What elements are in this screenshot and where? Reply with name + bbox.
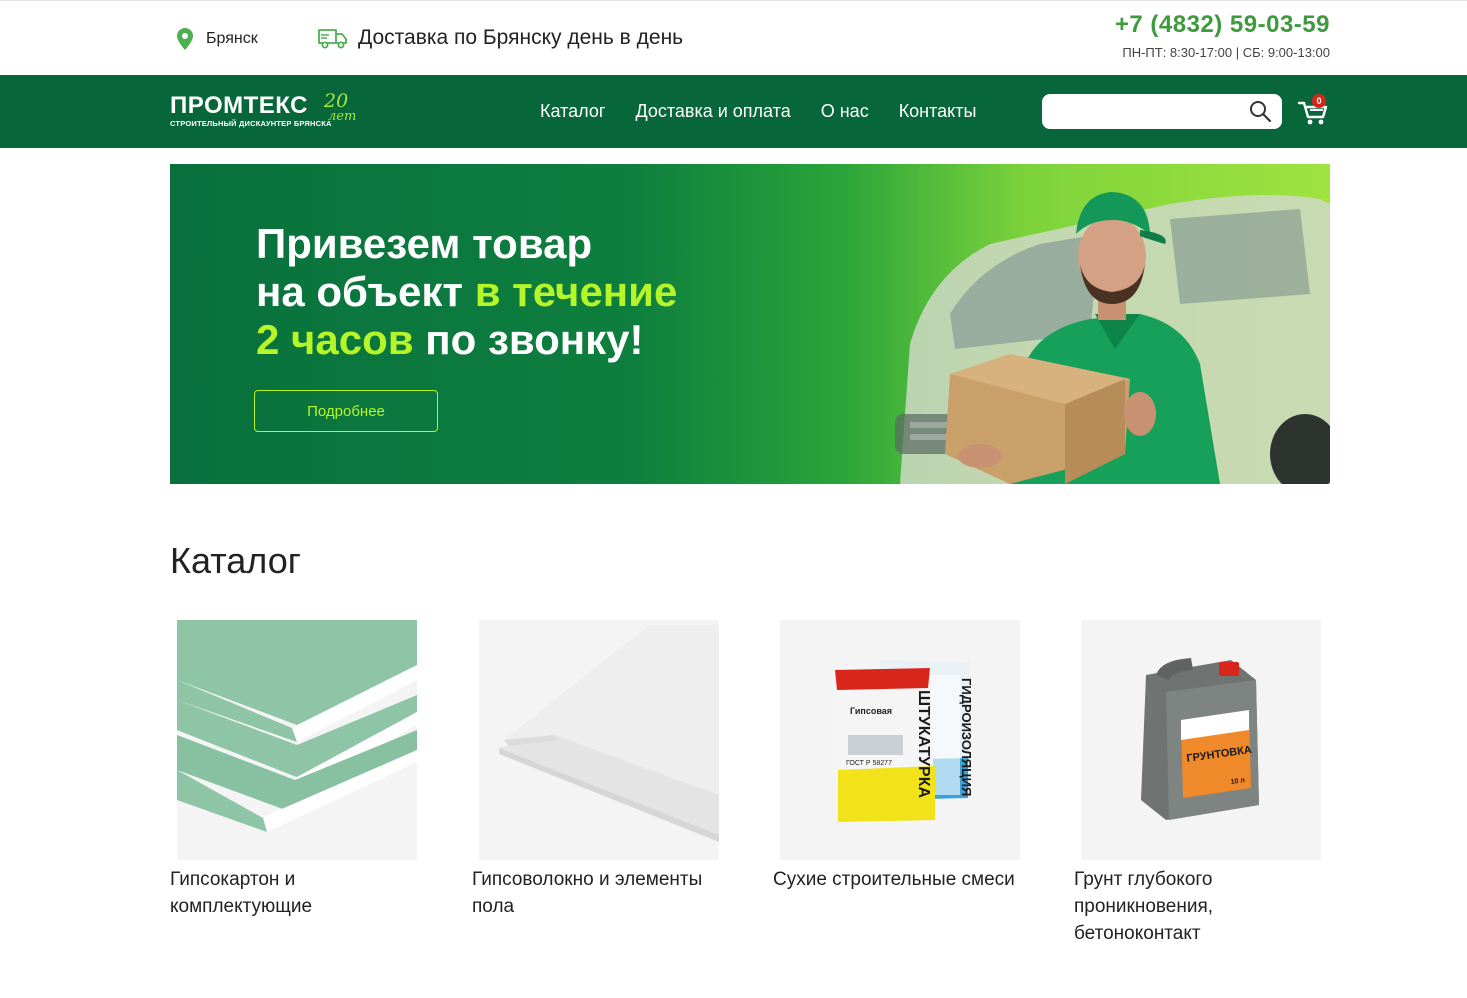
logo-wordmark: ПРОМТЕКС: [170, 92, 308, 119]
top-bar: Брянск Доставка по Брянску день в день +…: [0, 0, 1467, 75]
banner-headline: Привезем товар на объект в течение 2 час…: [256, 220, 677, 364]
main-header: ПРОМТЕКС СТРОИТЕЛЬНЫЙ ДИСКАУНТЕР БРЯНСКА…: [0, 75, 1467, 148]
primer-canister-icon: ГРУНТОВКА 10 л: [1081, 620, 1321, 860]
city-selector[interactable]: Брянск: [176, 28, 258, 50]
catalog-label[interactable]: Грунт глубокого проникновения, бетонокон…: [1074, 866, 1334, 947]
catalog-image-gypsum-fiber: [479, 620, 719, 860]
bag2-name: ГИДРОИЗОЛЯЦИЯ: [959, 678, 974, 796]
catalog-image-dry-mixes: ГИДРОИЗОЛЯЦИЯ Гипсовая ГОСТ Р 58277 ШТУК…: [780, 620, 1020, 860]
delivery-truck-icon: [318, 29, 347, 49]
promo-banner[interactable]: Привезем товар на объект в течение 2 час…: [170, 164, 1330, 484]
drywall-sheets-icon: [177, 620, 417, 860]
catalog-label[interactable]: Сухие строительные смеси: [773, 866, 1033, 893]
city-name: Брянск: [206, 30, 258, 47]
cart-button[interactable]: 0: [1297, 94, 1331, 127]
nav-about[interactable]: О нас: [821, 101, 869, 122]
catalog-card-primer[interactable]: ГРУНТОВКА 10 л Грунт глубокого проникнов…: [1074, 620, 1334, 947]
banner-line-1: Привезем товар: [256, 220, 593, 267]
working-hours: ПН-ПТ: 8:30-17:00 | СБ: 9:00-13:00: [1122, 45, 1330, 60]
banner-line-3-highlight: 2 часов: [256, 316, 414, 363]
catalog-title: Каталог: [170, 540, 301, 581]
logo-anniversary: 20 лет: [324, 90, 357, 125]
banner-line-2: на объект в течение: [256, 268, 677, 316]
main-nav: Каталог Доставка и оплата О нас Контакты: [540, 101, 976, 122]
delivery-info: Доставка по Брянску день в день: [318, 26, 683, 50]
banner-line-3: 2 часов по звонку!: [256, 316, 677, 364]
catalog-card-dry-mixes[interactable]: ГИДРОИЗОЛЯЦИЯ Гипсовая ГОСТ Р 58277 ШТУК…: [773, 620, 1033, 893]
nav-contacts[interactable]: Контакты: [899, 101, 977, 122]
contact-block: +7 (4832) 59-03-59 ПН-ПТ: 8:30-17:00 | С…: [1115, 11, 1330, 60]
banner-more-button[interactable]: Подробнее: [254, 390, 438, 432]
catalog-label[interactable]: Гипсоволокно и элементы пола: [472, 866, 732, 920]
logo[interactable]: ПРОМТЕКС СТРОИТЕЛЬНЫЙ ДИСКАУНТЕР БРЯНСКА…: [170, 92, 356, 129]
cart-count-badge: 0: [1312, 94, 1326, 108]
search-icon[interactable]: [1248, 99, 1272, 123]
location-pin-icon: [177, 28, 193, 50]
banner-line-2-start: на объект: [256, 268, 475, 315]
catalog-label[interactable]: Гипсокартон и комплектующие: [170, 866, 430, 920]
banner-line-2-highlight: в течение: [474, 268, 678, 315]
catalog-image-drywall: [177, 620, 417, 860]
catalog-card-gypsum-fiber[interactable]: Гипсоволокно и элементы пола: [472, 620, 732, 920]
delivery-text: Доставка по Брянску день в день: [358, 26, 684, 49]
courier-van-image: [895, 192, 1330, 484]
catalog-image-primer: ГРУНТОВКА 10 л: [1081, 620, 1321, 860]
bag1-name: ШТУКАТУРКА: [915, 690, 932, 798]
catalog-card-drywall[interactable]: Гипсокартон и комплектующие: [170, 620, 430, 920]
dry-mix-bags-icon: ГИДРОИЗОЛЯЦИЯ Гипсовая ГОСТ Р 58277 ШТУК…: [780, 620, 1020, 860]
bag1-std: ГОСТ Р 58277: [846, 760, 892, 767]
search-box: [1042, 94, 1282, 129]
logo-years-word: лет: [328, 109, 357, 124]
nav-catalog[interactable]: Каталог: [540, 101, 605, 122]
banner-line-3-end: по звонку!: [413, 316, 644, 363]
gypsum-fiber-sheets-icon: [479, 620, 719, 860]
phone-link[interactable]: +7 (4832) 59-03-59: [1115, 11, 1330, 39]
bag1-brand: Гипсовая: [850, 706, 892, 716]
logo-tagline: СТРОИТЕЛЬНЫЙ ДИСКАУНТЕР БРЯНСКА: [170, 119, 332, 128]
nav-delivery-payment[interactable]: Доставка и оплата: [635, 101, 790, 122]
search-input[interactable]: [1042, 94, 1232, 129]
logo-years-number: 20: [324, 90, 349, 112]
